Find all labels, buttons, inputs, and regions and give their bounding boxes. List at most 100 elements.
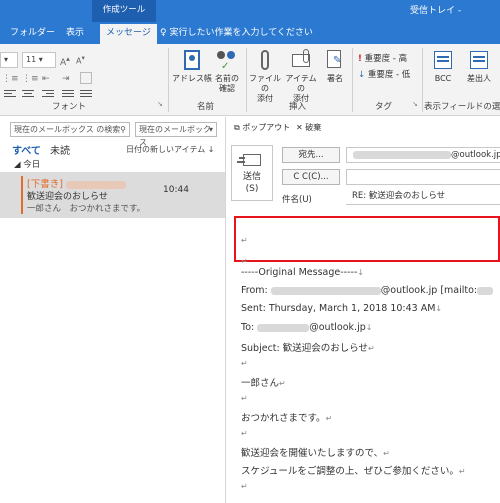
font-name-combo[interactable]: ▾ — [0, 52, 18, 68]
search-icon[interactable]: ⚲ — [120, 123, 126, 136]
redacted-address — [353, 150, 451, 159]
compose-pane: ⧉ ポップアウト ✕ 破棄 送信 (S) 宛先... @outlook.jp C… — [226, 117, 500, 503]
draft-indicator — [21, 176, 23, 214]
contextual-tab-compose-tools[interactable]: 作成ツール — [92, 0, 156, 22]
body-text-4: スケジュールをご調整の上、ぜひご参加ください。 — [241, 466, 459, 477]
greeting-text: 一郎さん — [241, 378, 280, 389]
attach-item-button[interactable]: アイテムの 添付 — [282, 48, 320, 104]
from-icon — [467, 48, 491, 72]
group-label-font: フォント — [52, 102, 87, 112]
from-button[interactable]: 差出人 — [460, 48, 498, 84]
high-importance-button[interactable]: ! 重要度 - 高 — [358, 52, 407, 64]
shrink-font-icon[interactable]: A▾ — [76, 54, 85, 66]
send-envelope-icon — [237, 154, 261, 168]
message-time: 10:44 — [163, 185, 189, 195]
sort-label: 日付の新しいアイテム — [126, 145, 206, 154]
body-line-2: おつかれさまです。↵ — [241, 413, 333, 424]
sort-dropdown[interactable]: 日付の新しいアイテム ↓ — [126, 144, 214, 155]
address-book-button[interactable]: アドレス帳 — [172, 48, 212, 84]
sort-direction-icon: ↓ — [207, 145, 215, 154]
list-item[interactable]: [下書き] 歓送迎会のおしらせ 10:44 一郎さん おつかれさまです。 — [0, 172, 225, 218]
low-importance-button[interactable]: ↓ 重要度 - 低 — [358, 68, 410, 80]
align-right-icon[interactable] — [42, 88, 54, 98]
tags-dialog-launcher-icon[interactable]: ↘ — [412, 100, 418, 108]
font-size-value: 11 — [26, 55, 37, 64]
signature-label: 署名 — [327, 74, 343, 83]
indent-icon[interactable]: ⇥ — [62, 74, 70, 84]
to-domain: @outlook.jp — [451, 150, 500, 160]
from-label: 差出人 — [467, 74, 491, 83]
cc-field[interactable] — [346, 169, 500, 185]
body-line-4: スケジュールをご調整の上、ぜひご参加ください。↵ — [241, 466, 466, 477]
group-header-today[interactable]: ◢ 今日 — [14, 158, 40, 170]
send-button[interactable]: 送信 (S) — [231, 145, 273, 201]
collapse-triangle-icon: ◢ — [14, 160, 21, 170]
body-text-2: おつかれさまです。 — [241, 413, 326, 424]
search-scope-dropdown[interactable]: 現在のメールボックス ▾ — [135, 122, 217, 147]
tab-folder[interactable]: フォルダー — [10, 22, 55, 44]
numbering-icon[interactable]: ⋮≡ — [22, 74, 39, 84]
return-mark: ↵ — [241, 394, 248, 403]
original-message-text: -----Original Message----- — [241, 267, 358, 278]
message-list-pane: 現在のメールボックス の検索 ⚲ 現在のメールボックス ▾ すべて 未読 日付の… — [0, 117, 226, 503]
filter-unread-tab[interactable]: 未読 — [50, 142, 70, 157]
chevron-down-icon: ▾ — [208, 125, 213, 134]
search-input[interactable]: 現在のメールボックス の検索 ⚲ — [10, 122, 130, 137]
body-subject-line: Subject: 歓送迎会のおしらせ↵ — [241, 343, 375, 354]
redacted-address — [477, 286, 494, 295]
message-subject: 歓送迎会のおしらせ — [27, 192, 108, 202]
to-button[interactable]: 宛先... — [282, 147, 340, 163]
return-mark: ↵ — [241, 359, 248, 368]
attach-file-label-1: ファイルの — [249, 74, 281, 93]
subject-label: 件名(U) — [282, 195, 312, 205]
return-mark: ↵ — [241, 429, 248, 438]
outdent-icon[interactable]: ⇤ — [42, 74, 50, 84]
attach-file-button[interactable]: ファイルの 添付 — [248, 48, 282, 104]
tell-me-box[interactable]: ♀ 実行したい作業を入力してください — [160, 22, 313, 44]
check-names-label-1: 名前の — [215, 74, 239, 83]
close-icon: ✕ — [296, 123, 303, 132]
discard-label: 破棄 — [305, 123, 322, 132]
bullets-icon[interactable]: ⋮≡ — [2, 74, 19, 84]
return-mark: ↵ — [241, 482, 248, 491]
ribbon: ▾ 11 ▾ A▴ A▾ ⋮≡ ⋮≡ ⇤ ⇥ フォント ↘ アドレス帳 ✓ 名前… — [0, 44, 500, 116]
justify-icon[interactable] — [62, 88, 74, 98]
group-label-tags: タグ — [375, 102, 393, 112]
ribbon-divider — [422, 48, 423, 112]
cc-button[interactable]: C C(C)... — [282, 169, 340, 185]
signature-button[interactable]: ✎ 署名 — [322, 48, 348, 84]
align-center-icon[interactable] — [22, 88, 34, 98]
discard-button[interactable]: ✕ 破棄 — [296, 122, 321, 133]
popout-label: ポップアウト — [242, 123, 291, 132]
clear-format-icon[interactable] — [80, 72, 92, 84]
redacted-sender — [65, 180, 126, 189]
filter-all-tab[interactable]: すべて — [12, 142, 41, 157]
bcc-button[interactable]: BCC — [428, 48, 458, 84]
attach-item-label-1: アイテムの — [285, 74, 317, 93]
to-domain-text: @outlook.jp — [309, 322, 366, 333]
paperclip-icon — [253, 48, 277, 72]
popout-button[interactable]: ⧉ ポップアウト — [234, 122, 290, 133]
body-to-line: To: @outlook.jp↓ — [241, 322, 373, 333]
return-mark: ↵ — [241, 257, 248, 266]
distribute-icon[interactable] — [80, 88, 92, 98]
font-size-combo[interactable]: 11 ▾ — [22, 52, 56, 68]
window-title: 受信トレイ - — [410, 6, 462, 16]
font-dialog-launcher-icon[interactable]: ↘ — [157, 100, 163, 108]
highlight-box — [234, 216, 500, 262]
from-domain: @outlook.jp [mailto: — [380, 285, 478, 296]
send-label-1: 送信 — [242, 172, 261, 182]
tab-view[interactable]: 表示 — [66, 22, 84, 44]
attach-file-label-2: 添付 — [257, 94, 273, 103]
check-names-button[interactable]: ✓ 名前の 確認 — [210, 48, 244, 94]
body-original-line: -----Original Message-----↓ — [241, 267, 365, 278]
subject-field[interactable]: RE: 歓送迎会のおしらせ — [346, 189, 500, 205]
to-field[interactable]: @outlook.jp — [346, 147, 500, 163]
subject-text: Subject: 歓送迎会のおしらせ — [241, 343, 369, 354]
tab-message[interactable]: メッセージ — [100, 24, 157, 44]
grow-font-icon[interactable]: A▴ — [60, 54, 70, 68]
send-label-2: (S) — [245, 184, 259, 194]
align-left-icon[interactable] — [4, 88, 16, 98]
group-label-show-fields: 表示フィールドの選択 — [424, 102, 500, 112]
tell-me-text: 実行したい作業を入力してください — [169, 28, 313, 38]
